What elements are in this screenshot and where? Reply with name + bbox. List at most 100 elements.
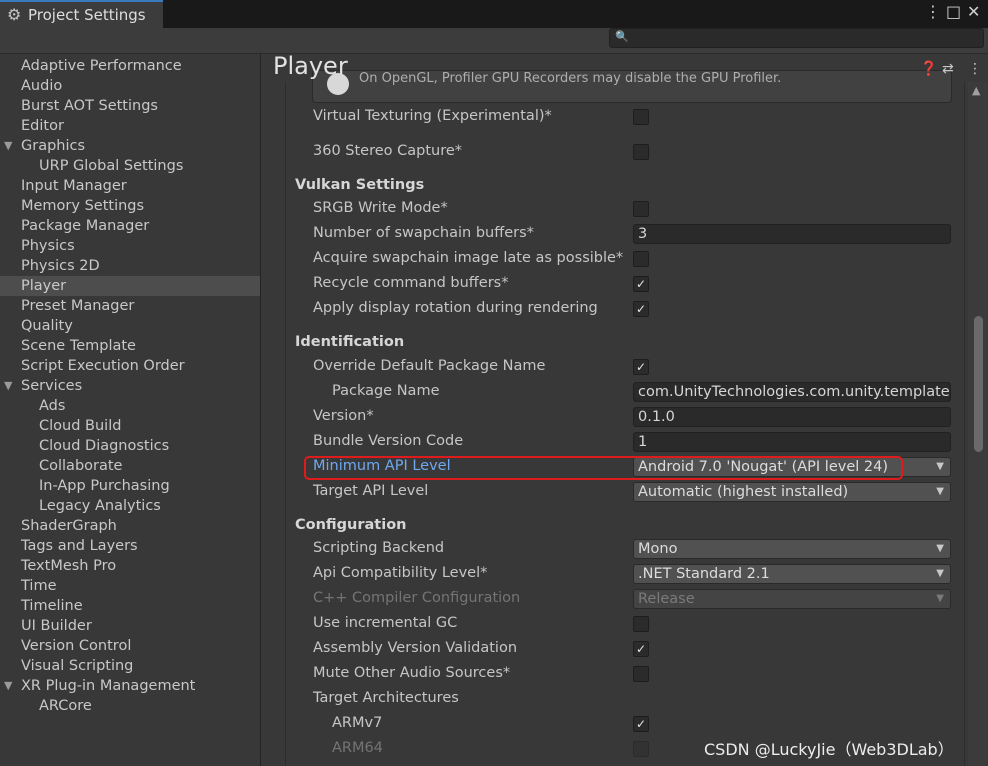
sidebar-item-label: Physics 2D <box>21 258 100 274</box>
sidebar-item-label: Adaptive Performance <box>21 58 182 74</box>
setting-checkbox[interactable]: ✓ <box>633 716 649 732</box>
search-input[interactable]: 🔍 <box>609 28 984 48</box>
kebab-menu-icon[interactable]: ⋮ <box>968 61 982 77</box>
setting-text-field[interactable]: com.UnityTechnologies.com.unity.template… <box>633 382 951 402</box>
sidebar-item[interactable]: Quality <box>0 316 260 336</box>
sidebar-item[interactable]: ▼ Services <box>0 376 260 396</box>
sidebar-item-label: Services <box>21 378 83 394</box>
sidebar-item[interactable]: Scene Template <box>0 336 260 356</box>
sidebar-item[interactable]: In-App Purchasing <box>0 476 260 496</box>
sidebar-item[interactable]: Audio <box>0 76 260 96</box>
dropdown-value: .NET Standard 2.1 <box>638 566 770 582</box>
sidebar-item[interactable]: Visual Scripting <box>0 656 260 676</box>
setting-checkbox[interactable] <box>633 201 649 217</box>
window-tab[interactable]: ⚙ Project Settings <box>0 0 163 28</box>
setting-text-field[interactable]: 1 <box>633 432 951 452</box>
sidebar-item-label: Legacy Analytics <box>39 498 161 514</box>
sidebar-item-label: Cloud Build <box>39 418 122 434</box>
sidebar-item-label: Collaborate <box>39 458 123 474</box>
setting-text-field[interactable]: 3 <box>633 224 951 244</box>
setting-label: Version* <box>313 408 374 424</box>
sidebar-item[interactable]: Tags and Layers <box>0 536 260 556</box>
sidebar-item[interactable]: URP Global Settings <box>0 156 260 176</box>
sidebar-item[interactable]: Preset Manager <box>0 296 260 316</box>
setting-text-field[interactable]: 0.1.0 <box>633 407 951 427</box>
setting-checkbox[interactable] <box>633 616 649 632</box>
expand-arrow-icon[interactable]: ▼ <box>4 676 12 696</box>
setting-checkbox[interactable]: ✓ <box>633 359 649 375</box>
sidebar-item[interactable]: Collaborate <box>0 456 260 476</box>
setting-dropdown[interactable]: Mono ▼ <box>633 539 951 559</box>
sidebar-item[interactable]: Timeline <box>0 596 260 616</box>
sidebar-item-label: URP Global Settings <box>39 158 184 174</box>
sidebar-item-label: Audio <box>21 78 63 94</box>
setting-checkbox[interactable]: ✓ <box>633 276 649 292</box>
sidebar-item[interactable]: Physics 2D <box>0 256 260 276</box>
expand-arrow-icon[interactable]: ▼ <box>4 376 12 396</box>
section-header[interactable]: Configuration <box>295 517 407 533</box>
dropdown-value: Mono <box>638 541 678 557</box>
sidebar-item-label: Package Manager <box>21 218 150 234</box>
help-box: On OpenGL, Profiler GPU Recorders may di… <box>312 70 952 103</box>
dropdown-value: Release <box>638 591 695 607</box>
section-header[interactable]: Vulkan Settings <box>295 177 424 193</box>
sidebar-item[interactable]: ShaderGraph <box>0 516 260 536</box>
sidebar-item[interactable]: ▼ XR Plug-in Management <box>0 676 260 696</box>
sidebar-item[interactable]: Adaptive Performance <box>0 56 260 76</box>
sidebar-item[interactable]: Memory Settings <box>0 196 260 216</box>
sidebar-item[interactable]: Script Execution Order <box>0 356 260 376</box>
sidebar-item[interactable]: Physics <box>0 236 260 256</box>
scrollbar-thumb[interactable] <box>974 316 983 452</box>
search-icon: 🔍 <box>615 30 629 43</box>
help-box-text: On OpenGL, Profiler GPU Recorders may di… <box>359 71 782 86</box>
sidebar-item[interactable]: Player <box>0 276 260 296</box>
sidebar-item[interactable]: Package Manager <box>0 216 260 236</box>
sidebar-item[interactable]: Editor <box>0 116 260 136</box>
sidebar-item-label: Visual Scripting <box>21 658 134 674</box>
sidebar-item-label: In-App Purchasing <box>39 478 170 494</box>
setting-label: Recycle command buffers* <box>313 275 509 291</box>
sidebar-item[interactable]: Legacy Analytics <box>0 496 260 516</box>
close-icon[interactable]: ✕ <box>967 2 980 21</box>
setting-label: ARM64 <box>332 740 383 756</box>
scroll-up-icon[interactable]: ▲ <box>972 84 980 97</box>
setting-dropdown[interactable]: Automatic (highest installed) ▼ <box>633 482 951 502</box>
settings-sidebar: Adaptive Performance Audio Burst AOT Setti… <box>0 54 261 766</box>
sidebar-item[interactable]: Time <box>0 576 260 596</box>
setting-checkbox[interactable] <box>633 666 649 682</box>
sidebar-item[interactable]: Version Control <box>0 636 260 656</box>
kebab-menu-icon[interactable]: ⋮ <box>925 2 941 21</box>
sidebar-item-label: XR Plug-in Management <box>21 678 196 694</box>
sidebar-item-label: Quality <box>21 318 73 334</box>
sidebar-item[interactable]: Ads <box>0 396 260 416</box>
setting-checkbox[interactable]: ✓ <box>633 301 649 317</box>
sidebar-item-label: Graphics <box>21 138 86 154</box>
setting-checkbox[interactable] <box>633 144 649 160</box>
sidebar-item[interactable]: Burst AOT Settings <box>0 96 260 116</box>
setting-label: Number of swapchain buffers* <box>313 225 534 241</box>
sidebar-item[interactable]: ▼ Graphics <box>0 136 260 156</box>
sidebar-item[interactable]: UI Builder <box>0 616 260 636</box>
sidebar-item[interactable]: Input Manager <box>0 176 260 196</box>
setting-label: Apply display rotation during rendering <box>313 300 598 316</box>
sidebar-item[interactable]: Cloud Diagnostics <box>0 436 260 456</box>
sidebar-item[interactable]: ARCore <box>0 696 260 716</box>
expand-arrow-icon[interactable]: ▼ <box>4 136 12 156</box>
help-icon[interactable]: ❓ <box>920 61 937 77</box>
maximize-icon[interactable]: □ <box>946 2 961 21</box>
setting-dropdown[interactable]: .NET Standard 2.1 ▼ <box>633 564 951 584</box>
setting-dropdown: Release ▼ <box>633 589 951 609</box>
sidebar-item[interactable]: TextMesh Pro <box>0 556 260 576</box>
setting-checkbox[interactable] <box>633 251 649 267</box>
setting-label: Mute Other Audio Sources* <box>313 665 511 681</box>
sidebar-item[interactable]: Cloud Build <box>0 416 260 436</box>
setting-checkbox[interactable] <box>633 109 649 125</box>
presets-icon[interactable]: ⇄ <box>942 61 954 77</box>
sidebar-item-label: Version Control <box>21 638 132 654</box>
setting-label: 360 Stereo Capture* <box>313 143 463 159</box>
setting-label: C++ Compiler Configuration <box>313 590 521 606</box>
chevron-down-icon: ▼ <box>936 568 944 579</box>
section-header[interactable]: Identification <box>295 334 404 350</box>
sidebar-item-label: Time <box>21 578 57 594</box>
setting-checkbox[interactable]: ✓ <box>633 641 649 657</box>
